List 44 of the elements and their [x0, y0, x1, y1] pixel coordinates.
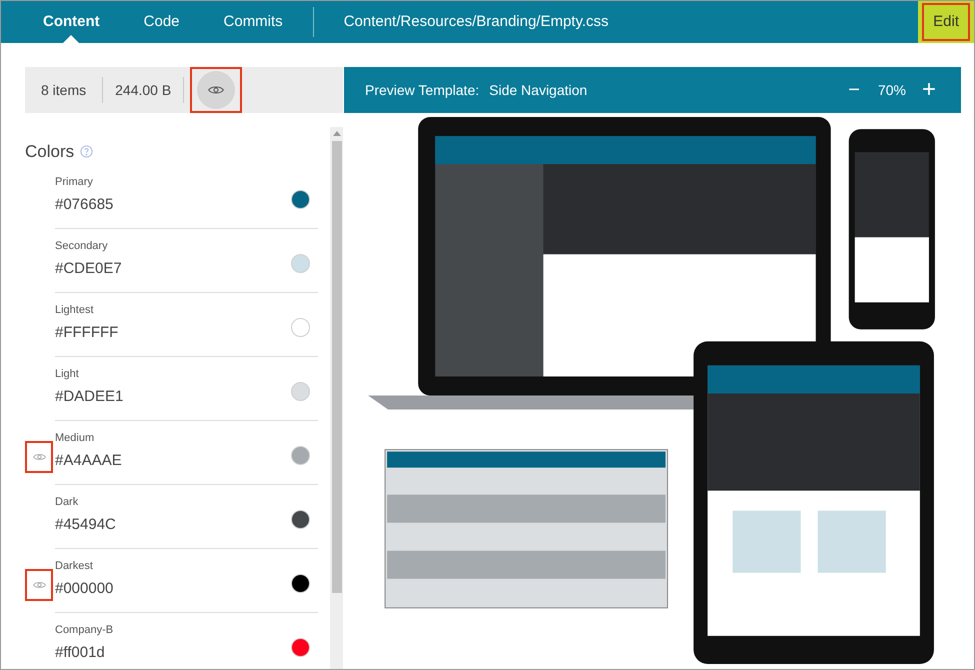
color-name: Lightest	[55, 302, 95, 318]
file-size: 244.00 B	[114, 80, 172, 100]
color-value: #076685	[55, 195, 114, 215]
color-name: Dark	[55, 494, 80, 510]
color-swatch[interactable]	[291, 190, 310, 208]
color-swatch[interactable]	[291, 254, 310, 272]
color-swatch[interactable]	[291, 318, 310, 336]
zoom-in-button[interactable]: +	[918, 78, 940, 102]
color-value: #FFFFFF	[55, 323, 120, 343]
visibility-marker[interactable]	[25, 440, 53, 472]
color-name: Primary	[55, 174, 94, 190]
color-swatch[interactable]	[291, 446, 310, 464]
item-count: 8 items	[40, 80, 88, 100]
color-name: Light	[55, 366, 80, 382]
scrollbar[interactable]	[330, 127, 343, 669]
tab[interactable]: Content	[21, 1, 122, 43]
color-name: Secondary	[55, 238, 109, 254]
color-swatch[interactable]	[291, 574, 310, 592]
tab[interactable]: Code	[122, 1, 202, 43]
color-name: Darkest	[55, 558, 94, 574]
color-swatch[interactable]	[291, 510, 310, 528]
zoom-level: 70%	[878, 80, 906, 100]
color-name: Medium	[55, 430, 96, 446]
color-value: #ff001d	[55, 643, 106, 663]
color-swatch[interactable]	[291, 638, 310, 656]
zoom-out-button[interactable]: −	[842, 75, 866, 105]
file-path: Content/Resources/Branding/Empty.css	[344, 12, 609, 32]
visibility-marker[interactable]	[25, 568, 53, 600]
preview-template-label: Preview Template:	[365, 80, 480, 100]
eye-icon	[32, 452, 46, 460]
template-name[interactable]: Side Navigation	[489, 80, 588, 100]
color-value: #A4AAAE	[55, 451, 123, 471]
color-name: Company-B	[55, 622, 114, 638]
tab[interactable]: Commits	[202, 1, 305, 43]
eye-icon	[32, 580, 46, 588]
eye-icon	[208, 85, 224, 95]
color-value: #000000	[55, 579, 114, 599]
color-value: #DADEE1	[55, 387, 124, 407]
color-value: #CDE0E7	[55, 259, 123, 279]
preview-toggle-button[interactable]	[190, 67, 242, 113]
section-title: Colors	[25, 141, 74, 163]
help-icon[interactable]	[80, 145, 94, 158]
color-value: #45494C	[55, 515, 117, 535]
color-swatch[interactable]	[291, 382, 310, 400]
